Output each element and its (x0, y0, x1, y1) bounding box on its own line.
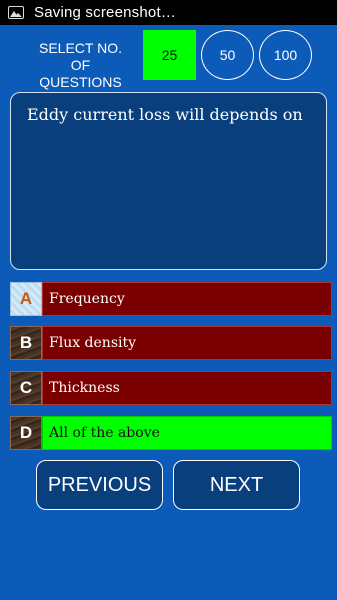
status-text: Saving screenshot… (34, 4, 177, 21)
question-count-25-button[interactable]: 25 (143, 30, 196, 80)
question-text: Eddy current loss will depends on (27, 105, 303, 124)
select-questions-label: SELECT NO. OF QUESTIONS (39, 40, 122, 90)
previous-button[interactable]: PREVIOUS (36, 460, 163, 510)
option-d-letter: D (10, 416, 42, 450)
question-count-50-button[interactable]: 50 (201, 30, 254, 80)
option-a-letter: A (10, 282, 42, 316)
option-d[interactable]: D All of the above (10, 416, 332, 450)
image-icon (8, 6, 24, 19)
option-a[interactable]: A Frequency (10, 282, 332, 316)
option-a-text: Frequency (42, 282, 332, 316)
question-box: Eddy current loss will depends on (10, 92, 327, 270)
next-button[interactable]: NEXT (173, 460, 300, 510)
option-b[interactable]: B Flux density (10, 326, 332, 360)
status-bar: Saving screenshot… (0, 0, 337, 25)
option-d-text: All of the above (42, 416, 332, 450)
option-c-text: Thickness (42, 371, 332, 405)
question-count-100-button[interactable]: 100 (259, 30, 312, 80)
option-b-text: Flux density (42, 326, 332, 360)
option-c[interactable]: C Thickness (10, 371, 332, 405)
option-c-letter: C (10, 371, 42, 405)
option-b-letter: B (10, 326, 42, 360)
